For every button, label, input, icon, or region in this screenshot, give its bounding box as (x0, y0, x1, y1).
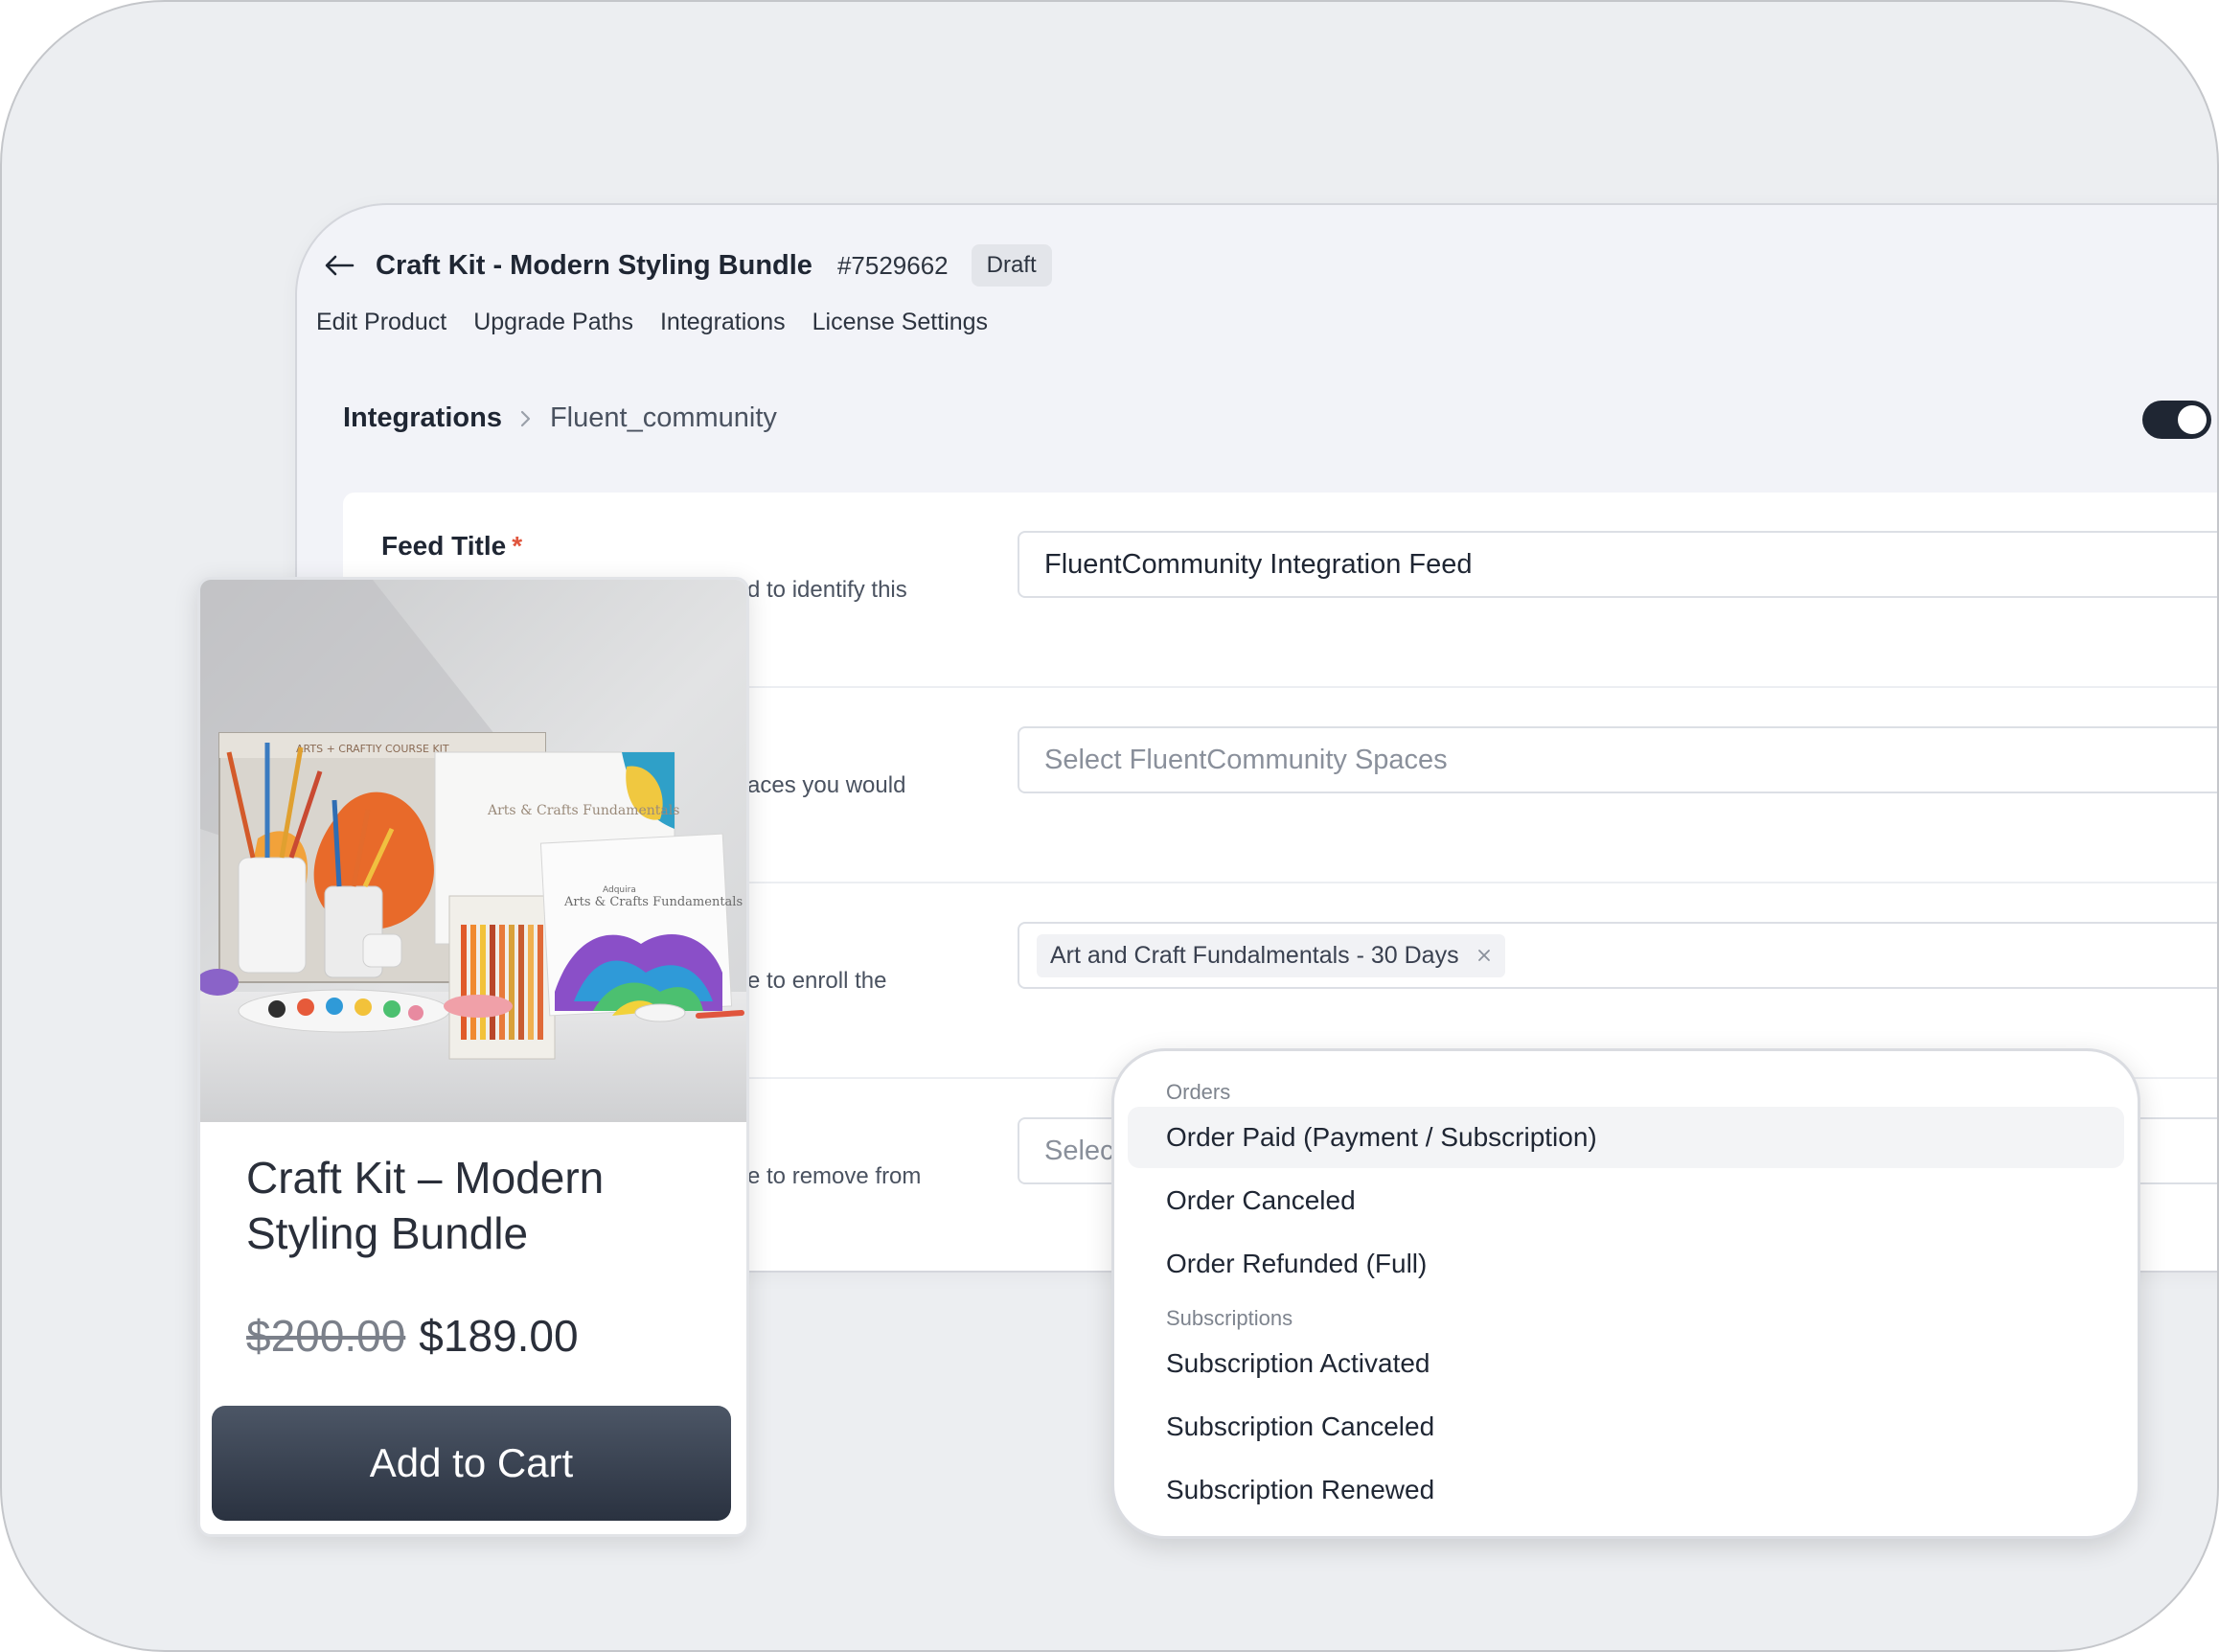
status-badge: Draft (971, 244, 1052, 287)
product-card-title: Craft Kit – Modern Styling Bundle (246, 1153, 605, 1258)
courses-select[interactable]: Art and Craft Fundalmentals - 30 Days (1018, 922, 2217, 989)
spaces-select[interactable]: Select FluentCommunity Spaces (1018, 726, 2217, 793)
feed-title-label-text: Feed Title (381, 531, 507, 561)
dropdown-item-subscription-activated[interactable]: Subscription Activated (1128, 1333, 2124, 1394)
feed-title-input[interactable]: FluentCommunity Integration Feed (1018, 531, 2217, 598)
box-text: ARTS + CRAFTIY COURSE KIT (296, 743, 449, 755)
add-to-cart-button[interactable]: Add to Cart (212, 1406, 731, 1521)
breadcrumb-current: Fluent_community (549, 402, 777, 433)
chevron-right-icon (519, 409, 533, 428)
price-row: $200.00 $189.00 (246, 1310, 579, 1362)
dropdown-item-order-paid[interactable]: Order Paid (Payment / Subscription) (1128, 1107, 2124, 1168)
dropdown-item-order-refunded[interactable]: Order Refunded (Full) (1128, 1233, 2124, 1295)
book2-title: Arts & Crafts Fundamentals (563, 895, 743, 909)
arrow-left-icon[interactable] (322, 251, 356, 280)
feed-title-label: Feed Title * (381, 531, 522, 562)
toggle-knob (2178, 405, 2207, 434)
book1-title: Arts & Crafts Fundamentals (487, 803, 679, 818)
remove-help: e to remove from (747, 1163, 922, 1189)
feed-title-help: d to identify this (747, 577, 907, 603)
selected-course-chip: Art and Craft Fundalmentals - 30 Days (1037, 933, 1505, 977)
product-header: Craft Kit - Modern Styling Bundle #75296… (322, 240, 1052, 291)
product-title: Craft Kit - Modern Styling Bundle (376, 249, 812, 281)
product-tabs: Edit Product Upgrade Paths Integrations … (316, 301, 988, 344)
tab-upgrade-paths[interactable]: Upgrade Paths (473, 301, 633, 344)
product-preview-card: ARTS + CRAFTIY COURSE KIT Arts & Crafts … (197, 577, 749, 1537)
event-dropdown-menu: Orders Order Paid (Payment / Subscriptio… (1111, 1048, 2140, 1539)
courses-help: e to enroll the (747, 968, 887, 994)
tab-license-settings[interactable]: License Settings (812, 301, 988, 344)
dropdown-item-subscription-renewed[interactable]: Subscription Renewed (1128, 1459, 2124, 1521)
tab-edit-product[interactable]: Edit Product (316, 301, 446, 344)
product-id: #7529662 (836, 250, 949, 280)
sale-price: $189.00 (419, 1311, 579, 1361)
old-price: $200.00 (246, 1311, 406, 1361)
screenshot-frame: Craft Kit - Modern Styling Bundle #75296… (0, 0, 2219, 1652)
breadcrumb-integrations-link[interactable]: Integrations (343, 402, 502, 434)
integration-enabled-toggle[interactable] (2142, 401, 2211, 439)
required-mark: * (512, 531, 523, 561)
dropdown-item-order-canceled[interactable]: Order Canceled (1128, 1170, 2124, 1231)
chip-label: Art and Craft Fundalmentals - 30 Days (1050, 941, 1459, 969)
tab-integrations[interactable]: Integrations (660, 301, 786, 344)
product-image: ARTS + CRAFTIY COURSE KIT Arts & Crafts … (200, 580, 746, 1122)
close-icon[interactable] (1476, 948, 1492, 963)
spaces-help: aces you would (747, 772, 906, 798)
brand-text: Adquira (603, 885, 636, 895)
dropdown-item-subscription-canceled[interactable]: Subscription Canceled (1128, 1396, 2124, 1457)
dropdown-group-subscriptions: Subscriptions (1166, 1306, 1293, 1330)
dropdown-group-orders: Orders (1166, 1080, 1231, 1104)
breadcrumb: Integrations Fluent_community (343, 402, 777, 434)
